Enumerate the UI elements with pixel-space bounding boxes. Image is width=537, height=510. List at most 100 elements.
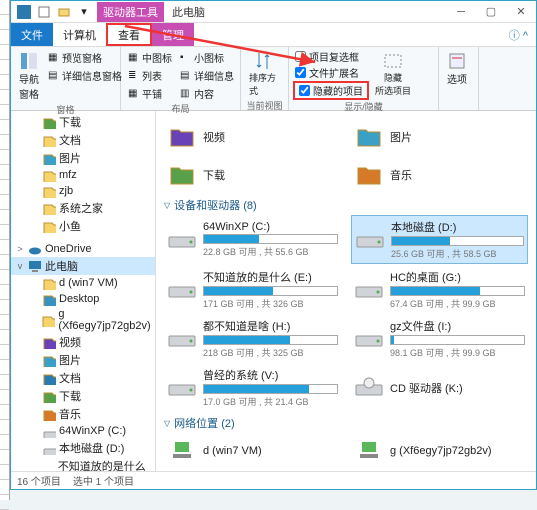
layout-medium-icons[interactable]: ▦中图标 (125, 49, 175, 66)
dl-icon (42, 389, 56, 403)
folder-item[interactable]: 下载 (164, 157, 341, 193)
netloc-item[interactable]: d (win7 VM) (164, 433, 341, 469)
drive-item[interactable]: CD 驱动器 (K:) (351, 364, 528, 411)
drive-icon (42, 424, 56, 438)
item-name: 本地磁盘 (D:) (391, 219, 524, 235)
maximize-button[interactable]: ▢ (476, 1, 506, 23)
drive-item[interactable]: 64WinXP (C:)22.8 GB 可用 , 共 55.6 GB (164, 215, 341, 264)
drive-icon (354, 324, 384, 354)
item-name: 曾经的系统 (V:) (203, 367, 338, 383)
folder-icon (42, 133, 56, 147)
tree-label: 本地磁盘 (D:) (59, 440, 124, 456)
close-button[interactable]: ✕ (506, 1, 536, 23)
tree-node[interactable]: d (win7 VM) (11, 275, 155, 291)
drive-item[interactable]: 曾经的系统 (V:)17.0 GB 可用 , 共 21.4 GB (164, 364, 341, 411)
qat-dropdown-icon[interactable]: ▾ (75, 3, 93, 21)
tree-label: 文档 (59, 370, 81, 386)
layout-details[interactable]: ▤详细信息 (177, 67, 237, 84)
usage-bar (390, 286, 525, 296)
preview-pane-button[interactable]: ▦预览窗格 (45, 49, 125, 66)
group-showhide-label: 显示/隐藏 (293, 100, 434, 113)
section-drives[interactable]: ▽设备和驱动器 (8) (164, 197, 528, 213)
folder-item[interactable]: 图片 (351, 119, 528, 155)
tree-node[interactable]: zjb (11, 183, 155, 199)
tree-label: 下载 (59, 388, 81, 404)
tree-node[interactable]: 下载 (11, 387, 155, 405)
network-drive-icon (354, 436, 384, 466)
layout-small-icons[interactable]: ▪小图标 (177, 49, 237, 66)
tree-node[interactable]: v此电脑 (11, 257, 155, 275)
drive-item[interactable]: HC的桌面 (G:)67.4 GB 可用 , 共 99.9 GB (351, 266, 528, 313)
tree-node[interactable]: Desktop (11, 291, 155, 307)
tab-view[interactable]: 查看 (106, 23, 152, 46)
qat-new-folder-icon[interactable] (55, 3, 73, 21)
details-pane-button[interactable]: ▤详细信息窗格 (45, 67, 125, 84)
tab-manage[interactable]: 管理 (152, 23, 194, 46)
drive-icon (167, 324, 197, 354)
tree-node[interactable]: 图片 (11, 351, 155, 369)
item-checkboxes-toggle[interactable]: 项目复选框 (293, 49, 369, 64)
tree-label: 视频 (59, 334, 81, 350)
sort-button[interactable]: 排序方式 (245, 49, 284, 99)
tree-node[interactable]: 图片 (11, 149, 155, 167)
tree-node[interactable]: 64WinXP (C:) (11, 423, 155, 439)
item-name: 视频 (203, 129, 338, 145)
tree-node[interactable]: >OneDrive (11, 241, 155, 257)
qat-properties-icon[interactable] (35, 3, 53, 21)
section-netloc[interactable]: ▽网络位置 (2) (164, 415, 528, 431)
tree-node[interactable]: 文档 (11, 131, 155, 149)
preview-icon: ▦ (48, 52, 60, 64)
tab-file[interactable]: 文件 (11, 23, 53, 46)
folder-item[interactable]: 音乐 (351, 157, 528, 193)
group-layout-label: 布局 (125, 102, 236, 115)
options-button[interactable]: 选项 (443, 49, 471, 108)
tree-node[interactable]: 系统之家 (11, 199, 155, 217)
hide-selected-button[interactable]: 隐藏 所选项目 (371, 49, 415, 100)
folder-icon (42, 201, 56, 215)
tree-label: 图片 (59, 352, 81, 368)
drive-item[interactable]: 本地磁盘 (D:)25.6 GB 可用 , 共 58.5 GB (351, 215, 528, 264)
tree-node[interactable]: mfz (11, 167, 155, 183)
hidden-items-highlight: 隐藏的项目 (293, 81, 369, 100)
minimize-button[interactable]: ─ (446, 1, 476, 23)
tree-node[interactable]: 不知道放的是什么 (E:) (11, 457, 155, 471)
layout-content[interactable]: ▥内容 (177, 85, 237, 102)
drive-icon (354, 373, 384, 403)
item-sub: 171 GB 可用 , 共 326 GB (203, 297, 338, 310)
drive-icon (167, 275, 197, 305)
tree-node[interactable]: 小鱼 (11, 217, 155, 235)
tree-node[interactable]: 音乐 (11, 405, 155, 423)
tree-node[interactable]: 文档 (11, 369, 155, 387)
quick-access-toolbar: ▾ (11, 3, 97, 21)
drive-item[interactable]: 不知道放的是什么 (E:)171 GB 可用 , 共 326 GB (164, 266, 341, 313)
content-pane[interactable]: 视频图片下载音乐 ▽设备和驱动器 (8) 64WinXP (C:)22.8 GB… (156, 111, 536, 471)
item-name: g (Xf6egy7jp72gb2v) (390, 445, 525, 457)
usage-bar (203, 234, 338, 244)
tree-node[interactable]: 本地磁盘 (D:) (11, 439, 155, 457)
tab-computer[interactable]: 计算机 (53, 23, 106, 46)
tree-label: 此电脑 (45, 258, 78, 274)
layout-tiles[interactable]: ▦平铺 (125, 85, 175, 102)
tree-label: 文档 (59, 132, 81, 148)
drive-item[interactable]: gz文件盘 (I:)98.1 GB 可用 , 共 99.9 GB (351, 315, 528, 362)
vid-icon (42, 335, 56, 349)
tree-node[interactable]: g (Xf6egy7jp72gb2v) (11, 307, 155, 333)
folder-item[interactable]: 视频 (164, 119, 341, 155)
netloc-item[interactable]: g (Xf6egy7jp72gb2v) (351, 433, 528, 469)
item-name: 都不知道是啥 (H:) (203, 318, 338, 334)
layout-list[interactable]: ≣列表 (125, 67, 175, 84)
nav-pane-button[interactable]: 导航窗格 (15, 49, 43, 103)
navigation-tree[interactable]: 下载文档图片mfzzjb系统之家小鱼>OneDrivev此电脑d (win7 V… (11, 111, 156, 471)
drive-icon (42, 441, 56, 455)
tree-label: zjb (59, 185, 73, 197)
dl-icon (42, 115, 56, 129)
tree-label: d (win7 VM) (59, 277, 118, 289)
hidden-items-toggle[interactable]: 隐藏的项目 (297, 83, 365, 98)
drive-item[interactable]: 都不知道是啥 (H:)218 GB 可用 , 共 325 GB (164, 315, 341, 362)
help-button[interactable]: ⓘ ^ (501, 23, 536, 46)
item-sub: 67.4 GB 可用 , 共 99.9 GB (390, 297, 525, 310)
item-name: gz文件盘 (I:) (390, 318, 525, 334)
tree-node[interactable]: 视频 (11, 333, 155, 351)
file-extensions-toggle[interactable]: 文件扩展名 (293, 65, 369, 80)
hide-icon (383, 51, 403, 71)
